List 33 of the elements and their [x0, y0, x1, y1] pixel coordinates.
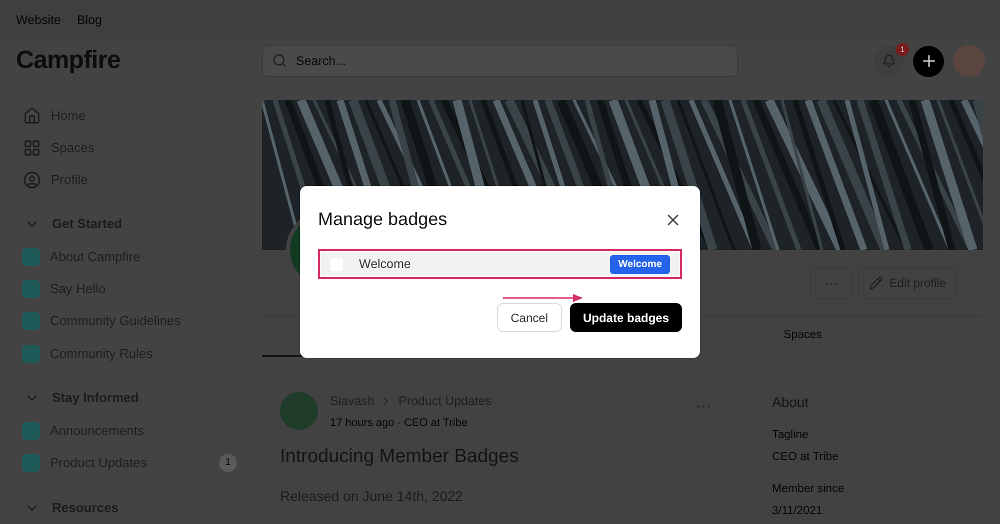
- notification-count: 1: [896, 43, 909, 56]
- user-avatar[interactable]: [953, 45, 985, 77]
- post-more-button[interactable]: ⋯: [696, 396, 711, 418]
- space-icon: [22, 344, 40, 363]
- post-meta: 17 hours ago · CEO at Tribe: [330, 416, 469, 431]
- badge-tag: Welcome: [610, 254, 670, 274]
- space-icon: [22, 248, 40, 266]
- search-icon: [272, 53, 287, 68]
- space-icon: [22, 422, 40, 440]
- grid-icon: [23, 138, 41, 157]
- field-label: Tagline: [772, 428, 810, 443]
- count-badge: 1: [219, 454, 237, 472]
- bell-icon: [882, 54, 896, 68]
- search-field[interactable]: Search...: [262, 45, 738, 77]
- space-icon: [22, 454, 40, 472]
- pencil-icon: [869, 276, 884, 290]
- home-icon: [23, 106, 41, 125]
- top-link[interactable]: Blog: [76, 10, 102, 30]
- update-badges-button[interactable]: Update badges: [570, 303, 682, 332]
- field-value: CEO at Tribe: [772, 450, 840, 466]
- notifications-button[interactable]: [874, 46, 904, 76]
- field-value: 3/11/2021: [772, 504, 824, 519]
- space-icon: [22, 280, 40, 298]
- create-button[interactable]: [913, 46, 944, 76]
- cancel-button[interactable]: Cancel: [496, 303, 562, 332]
- field-label: Member since: [772, 482, 846, 496]
- badge-row[interactable]: Welcome Welcome: [318, 249, 682, 279]
- user-icon: [23, 170, 41, 189]
- space-icon: [22, 312, 40, 330]
- badge-name: Welcome: [359, 256, 412, 273]
- author-avatar: [280, 392, 318, 430]
- more-button[interactable]: ⋯: [810, 267, 852, 299]
- top-link[interactable]: Website: [16, 10, 61, 30]
